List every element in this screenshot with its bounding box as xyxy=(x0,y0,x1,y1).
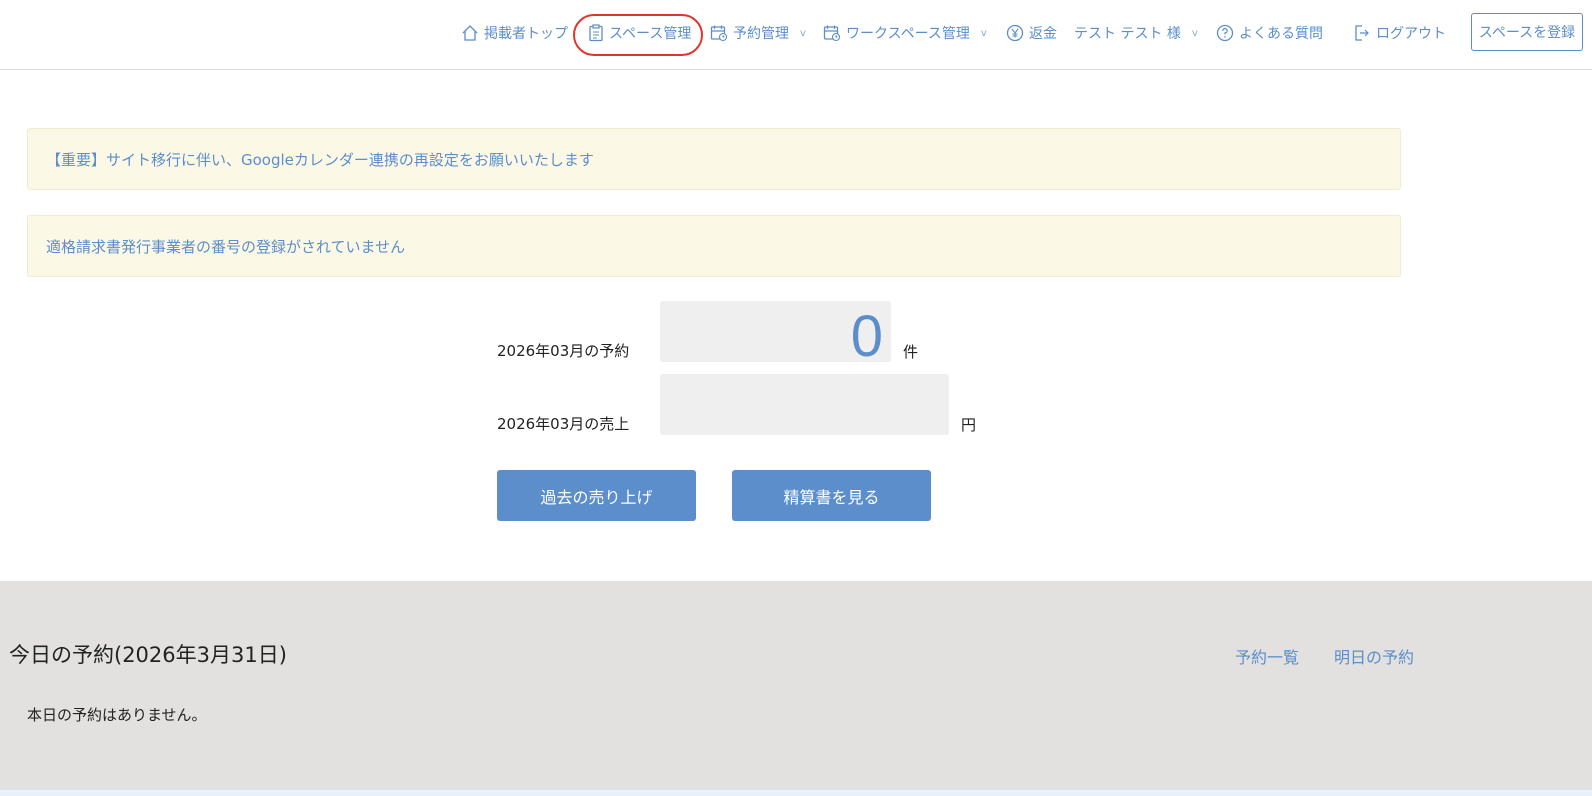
booking-count-value: 0 xyxy=(850,304,883,369)
booking-count-label: 2026年03月の予約 xyxy=(497,342,630,360)
tomorrow-bookings-link[interactable]: 明日の予約 xyxy=(1334,644,1414,668)
booking-count-unit: 件 xyxy=(903,343,919,361)
notice-text: 【重要】サイト移行に伴い、Googleカレンダー連携の再設定をお願いいたします xyxy=(46,150,594,169)
home-icon xyxy=(462,25,478,41)
nav-booking-management[interactable]: 予約管理 v xyxy=(710,22,806,44)
chevron-down-icon: v xyxy=(800,27,806,39)
user-name: テスト テスト 様 xyxy=(1074,26,1181,42)
nav-space-management-label: スペース管理 xyxy=(609,26,692,42)
nav-refund[interactable]: 返金 xyxy=(1006,22,1057,44)
nav-faq-label: よくある質問 xyxy=(1239,26,1323,42)
nav-workspace-management-label: ワークスペース管理 xyxy=(846,26,970,42)
sales-unit: 円 xyxy=(961,416,977,434)
nav-workspace-management[interactable]: ワークスペース管理 v xyxy=(823,22,987,44)
no-bookings-message: 本日の予約はありません。 xyxy=(27,706,207,724)
sales-box xyxy=(660,374,949,435)
today-bookings-section: 今日の予約(2026年3月31日) 予約一覧 明日の予約 本日の予約はありません… xyxy=(0,581,1592,796)
logout-icon xyxy=(1355,25,1369,41)
section-bottom-strip xyxy=(0,790,1592,796)
nav-publisher-top[interactable]: 掲載者トップ xyxy=(461,22,568,44)
chevron-down-icon: v xyxy=(980,27,987,39)
today-title: 今日の予約(2026年3月31日) xyxy=(9,643,287,667)
notice-text: 適格請求書発行事業者の番号の登録がされていません xyxy=(46,237,406,256)
view-statement-button[interactable]: 精算書を見る xyxy=(732,470,931,521)
nav-space-management[interactable]: スペース管理 xyxy=(588,22,691,44)
nav-booking-management-label: 予約管理 xyxy=(733,26,789,42)
help-circle-icon xyxy=(1216,24,1234,42)
nav-publisher-top-label: 掲載者トップ xyxy=(484,26,568,42)
booking-count-box: 0 xyxy=(660,301,891,366)
booking-list-link[interactable]: 予約一覧 xyxy=(1235,644,1299,668)
nav-logout-label: ログアウト xyxy=(1376,26,1446,42)
nav-user-menu[interactable]: テスト テスト 様 v xyxy=(1074,22,1198,44)
sales-label: 2026年03月の売上 xyxy=(497,415,630,433)
past-sales-button[interactable]: 過去の売り上げ xyxy=(497,470,696,521)
calendar-clock-icon xyxy=(823,25,841,42)
nav-faq[interactable]: よくある質問 xyxy=(1216,22,1323,44)
register-space-button[interactable]: スペースを登録 xyxy=(1471,13,1583,51)
clipboard-icon xyxy=(589,24,603,42)
notice-invoice-registration[interactable]: 適格請求書発行事業者の番号の登録がされていません xyxy=(27,215,1401,277)
yen-circle-icon xyxy=(1006,24,1024,42)
notice-google-calendar[interactable]: 【重要】サイト移行に伴い、Googleカレンダー連携の再設定をお願いいたします xyxy=(27,128,1401,190)
calendar-clock-icon xyxy=(710,25,728,42)
nav-refund-label: 返金 xyxy=(1029,26,1057,42)
header: 掲載者トップ スペース管理 予約管理 v ワークスペース管理 v 返金 テスト … xyxy=(0,0,1592,70)
nav-logout[interactable]: ログアウト xyxy=(1353,22,1446,44)
chevron-down-icon: v xyxy=(1191,27,1198,39)
